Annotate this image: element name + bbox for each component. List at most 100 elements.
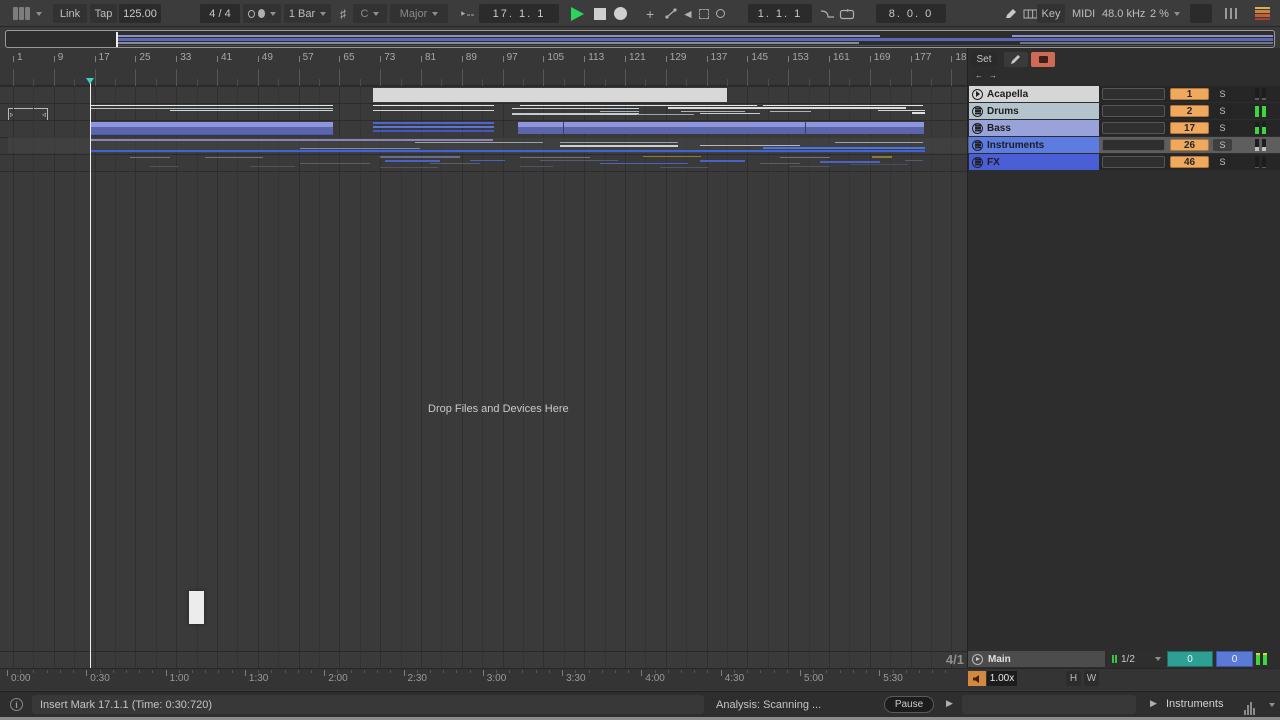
track-name-cell[interactable]: Instruments: [969, 137, 1099, 153]
main-cue-volume-field[interactable]: 0: [1167, 651, 1213, 667]
clip[interactable]: [373, 110, 494, 111]
clip[interactable]: [637, 114, 694, 115]
clip[interactable]: [250, 166, 295, 167]
cpu-meter-icon[interactable]: [1250, 4, 1275, 23]
clip[interactable]: [563, 122, 564, 134]
clip[interactable]: [540, 160, 618, 161]
insert-marker-top-icon[interactable]: [86, 78, 94, 84]
clip[interactable]: [760, 163, 800, 164]
clip[interactable]: [850, 164, 908, 165]
clip[interactable]: [90, 139, 493, 141]
track-solo-button[interactable]: S: [1213, 88, 1232, 100]
clip[interactable]: [763, 147, 925, 149]
clip[interactable]: [700, 160, 745, 162]
clip[interactable]: [373, 88, 727, 102]
track-solo-button[interactable]: S: [1213, 122, 1232, 134]
time-signature-field[interactable]: 4 / 4: [200, 4, 240, 23]
clip[interactable]: [905, 160, 923, 161]
cpu-load-display[interactable]: 2 %: [1145, 4, 1185, 23]
info-icon[interactable]: i: [10, 698, 23, 711]
draw-automation-button[interactable]: [1004, 52, 1028, 67]
main-quantize-menu[interactable]: 1/2: [1108, 651, 1165, 667]
clip[interactable]: [373, 129, 494, 132]
dragged-clip-ghost[interactable]: [189, 591, 204, 624]
track-input-number[interactable]: 46: [1170, 156, 1209, 168]
arrangement-position-field[interactable]: 17. 1. 1: [479, 4, 559, 23]
track-fold-icon[interactable]: [972, 122, 983, 134]
link-button[interactable]: Link: [53, 4, 87, 23]
clip[interactable]: [820, 161, 880, 163]
clip[interactable]: [380, 156, 460, 158]
track-fold-icon[interactable]: [972, 156, 983, 168]
capture-midi-button[interactable]: +: [641, 4, 659, 23]
prev-locator-button[interactable]: ←: [973, 70, 985, 81]
clip[interactable]: [300, 148, 420, 149]
clip[interactable]: [520, 157, 590, 158]
clip[interactable]: [643, 156, 701, 157]
quantize-menu[interactable]: 1 Bar: [284, 4, 331, 23]
track-input-number[interactable]: 26: [1170, 139, 1209, 151]
follow-button[interactable]: ‣--: [458, 4, 476, 23]
clip[interactable]: [668, 107, 906, 109]
track-name-cell[interactable]: Acapella: [969, 86, 1099, 102]
clip[interactable]: [660, 167, 708, 168]
track-name-cell[interactable]: Bass: [969, 120, 1099, 136]
clip[interactable]: [512, 107, 639, 109]
metronome-button[interactable]: [243, 4, 281, 23]
loop-region-button[interactable]: [834, 4, 860, 23]
track-row[interactable]: Drums 2 S: [968, 103, 1280, 119]
clip[interactable]: [415, 142, 543, 143]
clip[interactable]: [600, 111, 639, 112]
loop-switch-button[interactable]: [711, 4, 730, 23]
clip[interactable]: [520, 166, 553, 167]
track-input-number[interactable]: 1: [1170, 88, 1209, 100]
clip[interactable]: [150, 166, 178, 167]
resume-arrow-icon[interactable]: ▶: [946, 698, 953, 709]
track-row[interactable]: Acapella 1 S: [968, 86, 1280, 102]
clip[interactable]: [300, 163, 370, 164]
main-unfold-icon[interactable]: [972, 653, 983, 665]
clip[interactable]: [205, 157, 263, 158]
clip[interactable]: [835, 142, 923, 143]
track-name-cell[interactable]: Drums: [969, 103, 1099, 119]
track-fold-icon[interactable]: [972, 88, 983, 100]
track-control-box[interactable]: [1102, 139, 1165, 151]
track-solo-button[interactable]: S: [1213, 156, 1232, 168]
track-row[interactable]: Bass 17 S: [968, 120, 1280, 136]
midi-map-button[interactable]: MIDI: [1067, 4, 1100, 23]
clip[interactable]: [380, 167, 438, 168]
next-locator-button[interactable]: →: [987, 70, 999, 81]
clip[interactable]: [763, 104, 923, 106]
key-map-button[interactable]: Key: [1037, 4, 1065, 23]
track-name-cell[interactable]: FX: [969, 154, 1099, 170]
clip[interactable]: [681, 111, 745, 112]
tempo-field[interactable]: 125.00: [119, 4, 161, 23]
track-row[interactable]: FX 46 S: [968, 154, 1280, 170]
clip[interactable]: [700, 113, 760, 114]
scale-root-menu[interactable]: C: [353, 4, 387, 23]
record-button[interactable]: [609, 4, 632, 23]
clip[interactable]: [90, 150, 925, 152]
control-surface-icon[interactable]: [8, 4, 47, 23]
histogram-caret-icon[interactable]: [1269, 703, 1275, 707]
phase-nudge-up-button[interactable]: [181, 4, 197, 23]
track-input-number[interactable]: 2: [1170, 105, 1209, 117]
main-track-header[interactable]: Main: [968, 651, 1105, 667]
track-control-box[interactable]: [1102, 156, 1165, 168]
clip[interactable]: [912, 112, 925, 114]
clip[interactable]: [130, 157, 170, 158]
clip[interactable]: [805, 122, 806, 134]
clip[interactable]: [600, 163, 688, 164]
track-solo-button[interactable]: S: [1213, 139, 1232, 151]
clip[interactable]: [560, 142, 678, 143]
clip[interactable]: [790, 166, 830, 167]
track-fold-icon[interactable]: [972, 105, 983, 117]
clip[interactable]: [430, 163, 480, 164]
clip[interactable]: [373, 125, 494, 128]
clip[interactable]: [872, 156, 892, 158]
track-control-box[interactable]: [1102, 88, 1165, 100]
clip[interactable]: [878, 110, 925, 111]
back-to-arrangement-button[interactable]: [1031, 52, 1055, 67]
track-row[interactable]: Instruments 26 S: [968, 137, 1280, 153]
clip[interactable]: [700, 145, 800, 146]
